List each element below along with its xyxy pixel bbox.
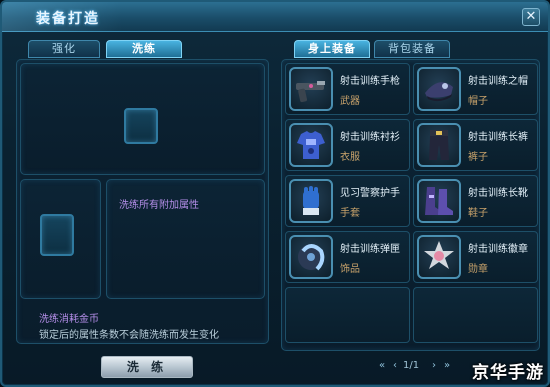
magazine-icon bbox=[289, 235, 333, 279]
equipment-item[interactable]: 射击训练弹匣 饰品 bbox=[285, 231, 410, 283]
item-type: 勋章 bbox=[468, 264, 488, 275]
equipment-item[interactable]: 射击训练长靴 鞋子 bbox=[413, 175, 538, 227]
target-item-slot[interactable] bbox=[124, 108, 158, 144]
attributes-panel: 洗练所有附加属性 bbox=[106, 179, 265, 299]
equipment-item[interactable]: 射击训练长裤 裤子 bbox=[413, 119, 538, 171]
item-type: 帽子 bbox=[468, 96, 488, 107]
equipment-item[interactable]: 见习警察护手 手套 bbox=[285, 175, 410, 227]
item-type: 鞋子 bbox=[468, 208, 488, 219]
empty-equipment-slot[interactable] bbox=[413, 287, 538, 343]
item-name: 射击训练衬衫 bbox=[340, 132, 400, 143]
pistol-icon bbox=[289, 67, 333, 111]
wash-button[interactable]: 洗 练 bbox=[101, 356, 193, 378]
target-item-panel bbox=[20, 63, 265, 175]
prev-page-icon[interactable]: ‹ bbox=[388, 359, 402, 373]
title-bar: 装备打造 ✕ bbox=[2, 2, 548, 32]
site-watermark: 京华手游 bbox=[472, 363, 544, 383]
tab-bag-items[interactable]: 背包装备 bbox=[374, 40, 450, 58]
item-type: 武器 bbox=[340, 96, 360, 107]
glove-icon bbox=[289, 179, 333, 223]
cost-label: 洗练消耗金币 bbox=[39, 314, 99, 325]
equipment-item[interactable]: 射击训练手枪 武器 bbox=[285, 63, 410, 115]
item-type: 手套 bbox=[340, 208, 360, 219]
item-name: 射击训练徽章 bbox=[468, 244, 528, 255]
wash-attributes-text: 洗练所有附加属性 bbox=[119, 200, 199, 211]
pants-icon bbox=[417, 123, 461, 167]
wash-panel: 洗练所有附加属性 洗练消耗金币 锁定后的属性条数不会随洗练而发生变化 bbox=[16, 59, 269, 344]
first-page-icon[interactable]: « bbox=[375, 359, 389, 373]
item-name: 射击训练弹匣 bbox=[340, 244, 400, 255]
item-name: 射击训练长靴 bbox=[468, 188, 528, 199]
item-type: 饰品 bbox=[340, 264, 360, 275]
boots-icon bbox=[417, 179, 461, 223]
shirt-icon bbox=[289, 123, 333, 167]
hat-icon bbox=[417, 67, 461, 111]
item-type: 裤子 bbox=[468, 152, 488, 163]
item-name: 射击训练手枪 bbox=[340, 76, 400, 87]
empty-equipment-slot[interactable] bbox=[285, 287, 410, 343]
equipment-item[interactable]: 射击训练衬衫 衣服 bbox=[285, 119, 410, 171]
equipment-list-panel: 射击训练手枪 武器 射击训练之帽 帽子 射击训练衬衫 衣服 射击训练长裤 裤子 bbox=[281, 59, 540, 351]
window-title: 装备打造 bbox=[36, 11, 100, 27]
equipment-item[interactable]: 射击训练徽章 勋章 bbox=[413, 231, 538, 283]
tab-wash[interactable]: 洗练 bbox=[106, 40, 182, 58]
equipment-item[interactable]: 射击训练之帽 帽子 bbox=[413, 63, 538, 115]
next-page-icon[interactable]: › bbox=[427, 359, 441, 373]
page-indicator: 1/1 bbox=[403, 360, 420, 371]
tab-equipped-items[interactable]: 身上装备 bbox=[294, 40, 370, 58]
item-type: 衣服 bbox=[340, 152, 360, 163]
equipment-forge-window: 装备打造 ✕ 强化 洗练 身上装备 背包装备 洗练所有附加属性 洗练消耗金币 锁… bbox=[0, 0, 550, 387]
tab-enhance[interactable]: 强化 bbox=[28, 40, 100, 58]
close-button[interactable]: ✕ bbox=[522, 8, 540, 26]
lock-note: 锁定后的属性条数不会随洗练而发生变化 bbox=[39, 330, 219, 341]
item-name: 见习警察护手 bbox=[340, 188, 400, 199]
last-page-icon[interactable]: » bbox=[440, 359, 454, 373]
badge-icon bbox=[417, 235, 461, 279]
material-slot[interactable] bbox=[40, 214, 74, 256]
material-panel bbox=[20, 179, 101, 299]
item-name: 射击训练长裤 bbox=[468, 132, 528, 143]
item-name: 射击训练之帽 bbox=[468, 76, 528, 87]
close-icon: ✕ bbox=[525, 9, 537, 24]
